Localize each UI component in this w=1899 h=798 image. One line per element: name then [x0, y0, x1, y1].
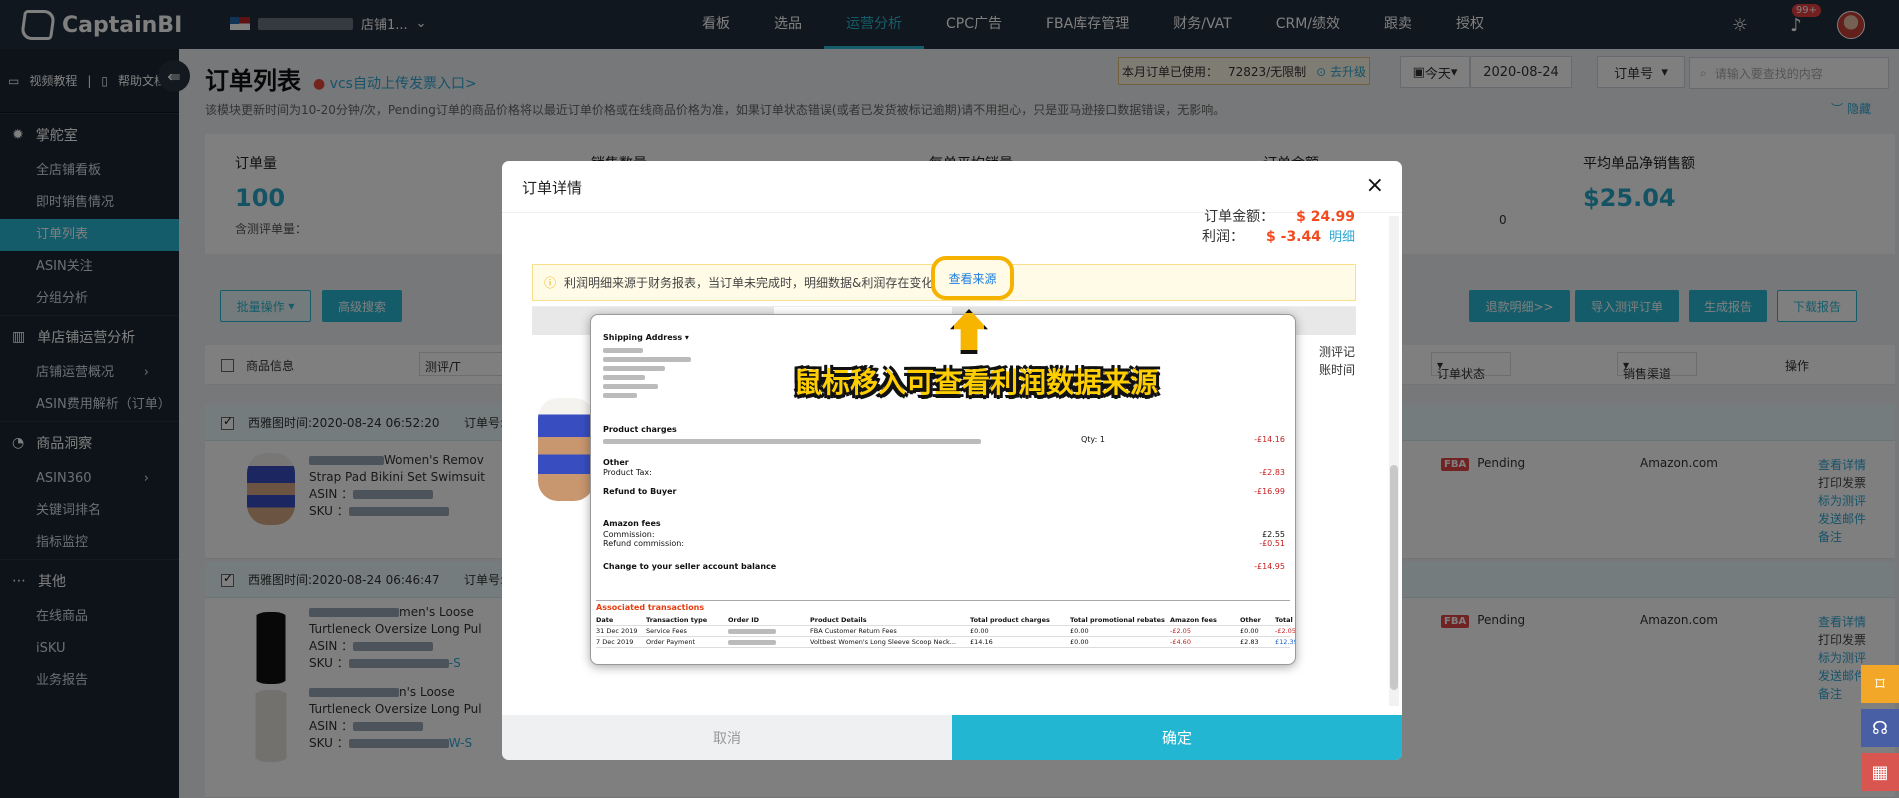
profit-source-callout: 鼠标移入可查看利润数据来源: [794, 366, 1159, 399]
order-amount-row: 订单金额： $ 24.99: [1204, 209, 1355, 225]
info-icon: ⓘ: [544, 276, 557, 290]
modal-footer: 取消 确定: [502, 715, 1402, 760]
close-icon[interactable]: ×: [1366, 173, 1384, 198]
table-row: 7 Dec 2019 Order Payment Voltbest Women's …: [596, 638, 1296, 648]
right-float-tools: ⌑ ☊ ▦: [1861, 665, 1899, 793]
cancel-button[interactable]: 取消: [502, 715, 952, 760]
table-header: Date Transaction type Order ID Product Deta…: [596, 616, 1293, 626]
confirm-button[interactable]: 确定: [952, 715, 1402, 760]
table-row: 31 Dec 2019 Service Fees FBA Customer Retu…: [596, 627, 1296, 637]
associated-transactions-table: Associated transactions Date Transaction …: [596, 600, 1296, 648]
modal-title: 订单详情: [522, 179, 583, 197]
headset-icon[interactable]: ☊: [1861, 709, 1899, 747]
bookmark-icon[interactable]: ⌑: [1861, 665, 1899, 703]
order-amount-summary: 订单金额： $ 24.99 利润： $ -3.44 明细: [1202, 207, 1355, 248]
view-source-link[interactable]: 查看来源: [931, 256, 1014, 300]
modal-scrollbar-thumb[interactable]: [1390, 465, 1398, 690]
gift-icon[interactable]: ▦: [1861, 753, 1899, 791]
profit-detail-link[interactable]: 明细: [1329, 230, 1355, 245]
product-image[interactable]: [538, 398, 594, 501]
profit-row: 利润： $ -3.44 明细: [1202, 229, 1355, 245]
modal-scrollbar[interactable]: [1389, 216, 1399, 706]
